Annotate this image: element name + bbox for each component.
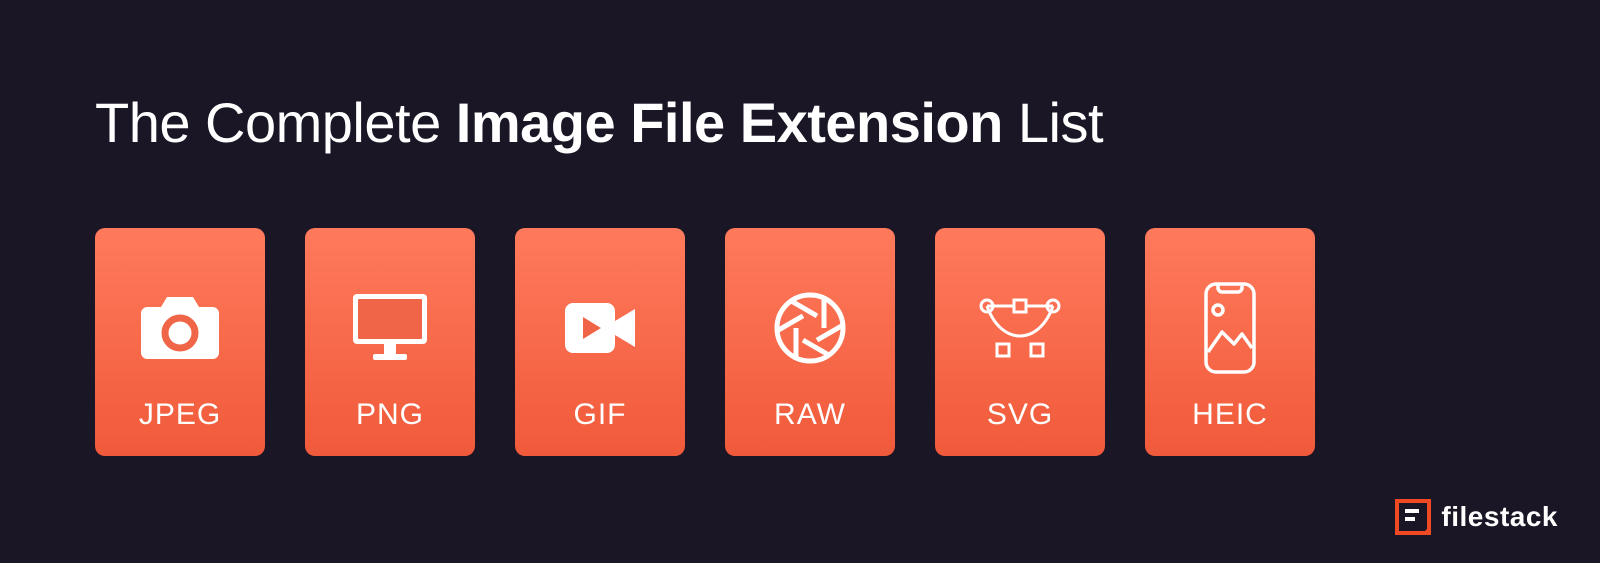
- card-svg: SVG: [935, 228, 1105, 456]
- vector-icon: [979, 258, 1061, 398]
- brand-name: filestack: [1441, 501, 1558, 533]
- card-label: PNG: [356, 398, 424, 432]
- page-title: The Complete Image File Extension List: [95, 90, 1103, 155]
- title-prefix: The Complete: [95, 91, 456, 154]
- filestack-icon: [1395, 499, 1431, 535]
- card-jpeg: JPEG: [95, 228, 265, 456]
- card-label: GIF: [574, 398, 627, 432]
- camera-icon: [141, 258, 219, 398]
- title-suffix: List: [1003, 91, 1103, 154]
- monitor-icon: [353, 258, 427, 398]
- phone-image-icon: [1204, 258, 1256, 398]
- file-type-cards: JPEG PNG GIF: [95, 228, 1315, 456]
- brand-logo: filestack: [1395, 499, 1558, 535]
- card-label: JPEG: [139, 398, 221, 432]
- card-gif: GIF: [515, 228, 685, 456]
- title-bold: Image File Extension: [456, 91, 1003, 154]
- card-heic: HEIC: [1145, 228, 1315, 456]
- card-png: PNG: [305, 228, 475, 456]
- card-label: SVG: [987, 398, 1053, 432]
- card-label: HEIC: [1192, 398, 1268, 432]
- aperture-icon: [774, 258, 846, 398]
- card-label: RAW: [774, 398, 846, 432]
- card-raw: RAW: [725, 228, 895, 456]
- video-icon: [565, 258, 635, 398]
